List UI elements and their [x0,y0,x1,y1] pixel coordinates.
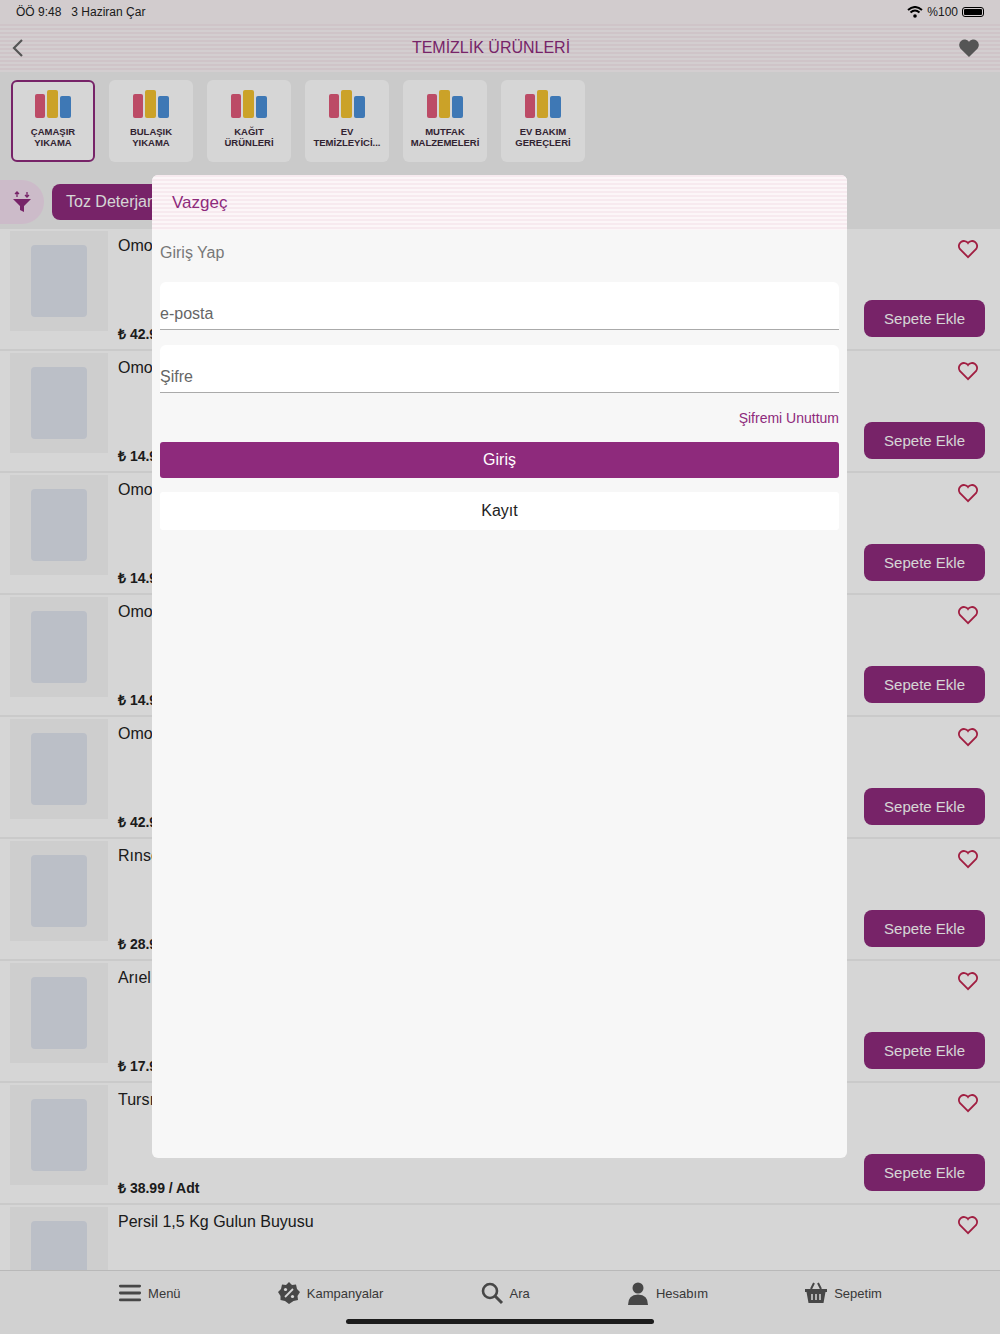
login-title: Giriş Yap [160,244,839,262]
field-placeholder: e-posta [160,305,213,323]
login-button[interactable]: Giriş [160,442,839,478]
login-modal: Vazgeç Giriş Yap e-posta Şifre Şifremi Unutt… [152,175,847,1158]
app-screen: ÖÖ 9:483 Haziran Çar%100TEMİZLİK ÜRÜNLER… [0,0,1000,1334]
field-placeholder: Şifre [160,368,193,386]
input-field[interactable]: Şifre [160,345,839,393]
cancel-button[interactable]: Vazgeç [172,193,227,213]
register-button[interactable]: Kayıt [160,492,839,530]
forgot-password-link[interactable]: Şifremi Unuttum [739,410,839,426]
input-field[interactable]: e-posta [160,282,839,330]
